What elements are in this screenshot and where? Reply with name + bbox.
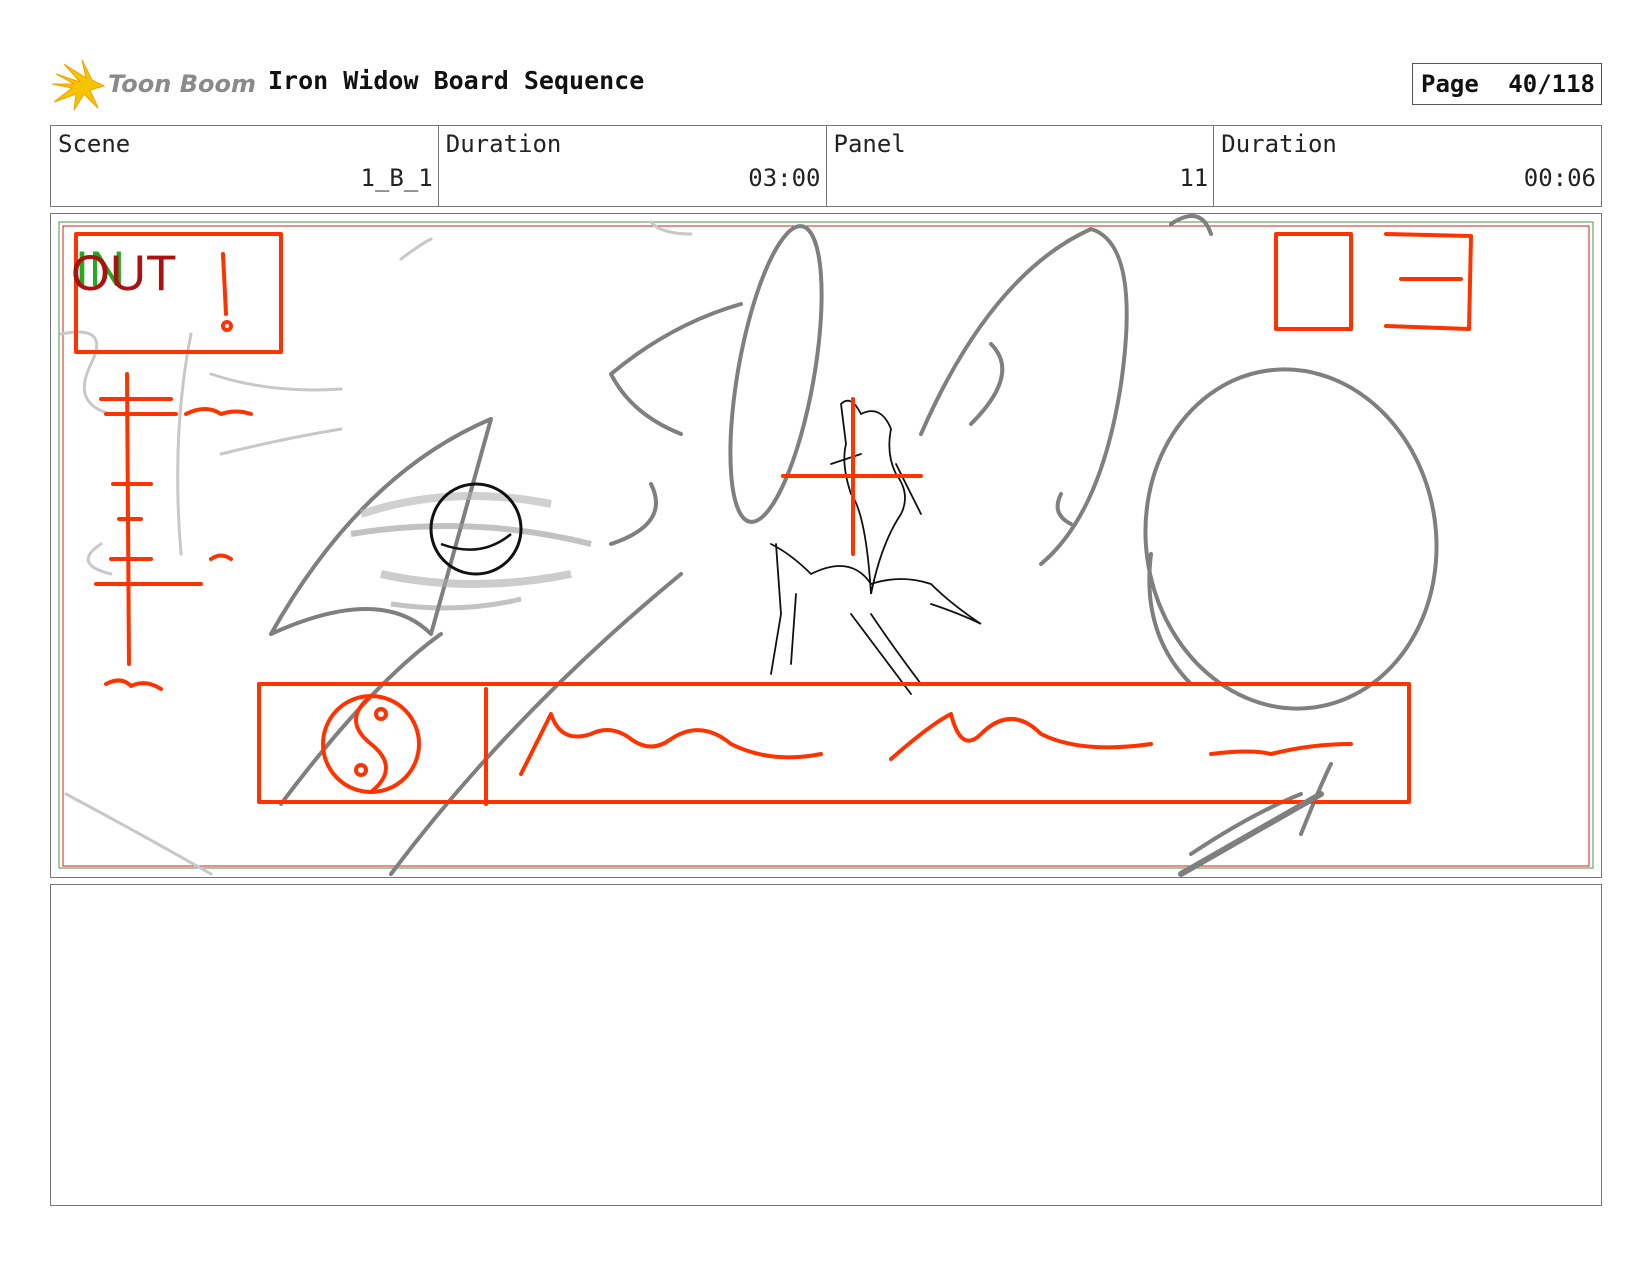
overlay-graphics: [74, 232, 1473, 806]
panel-value: 11: [1179, 164, 1209, 192]
panel-duration-value: 00:06: [1523, 164, 1596, 192]
panel-notes-area[interactable]: [50, 884, 1602, 1206]
ball-sketch: [350, 482, 592, 611]
logo-text: Toon Boom: [108, 70, 256, 98]
character-figures: [770, 399, 982, 695]
starburst-icon: [52, 59, 106, 111]
out-marker: OUT: [71, 245, 177, 301]
scene-duration-value: 03:00: [748, 164, 821, 192]
page-title: Iron Widow Board Sequence: [268, 66, 645, 95]
scene-duration-label: Duration: [445, 130, 562, 158]
toon-boom-logo: Toon Boom: [52, 58, 256, 114]
scene-cell: Scene 1_B_1: [51, 126, 439, 206]
panel-duration-cell: Duration 00:06: [1214, 126, 1601, 206]
panel-duration-label: Duration: [1221, 130, 1337, 158]
page-value: 40/118: [1508, 70, 1595, 98]
storyboard-panel-image: IN OUT: [50, 213, 1602, 878]
scene-value: 1_B_1: [360, 164, 433, 192]
scene-duration-cell: Duration 03:00: [439, 126, 827, 206]
panel-info-bar: Scene 1_B_1 Duration 03:00 Panel 11 Dura…: [50, 125, 1602, 207]
background-sketch: [269, 214, 1439, 876]
page-counter: Page 40/118: [1412, 63, 1602, 105]
panel-label: Panel: [833, 130, 906, 158]
storyboard-sketch: IN OUT: [58, 214, 1594, 877]
page-label: Page: [1421, 70, 1479, 98]
faint-background-sketch: [59, 220, 693, 876]
scene-label: Scene: [58, 130, 131, 158]
panel-cell: Panel 11: [827, 126, 1215, 206]
